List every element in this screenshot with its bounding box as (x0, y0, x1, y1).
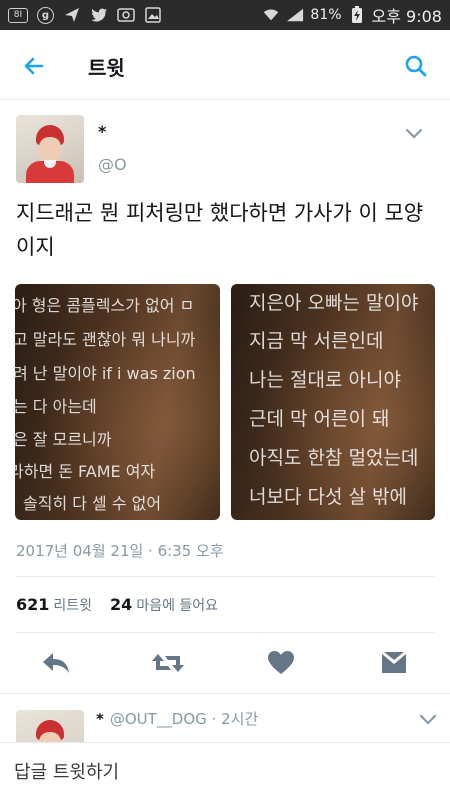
lyric-line: 려 난 말이야 if i was zion (15, 364, 196, 383)
like-label[interactable]: 마음에 들어요 (136, 595, 218, 615)
battery-percent: 81% (310, 7, 342, 23)
reply-author-name[interactable]: * (96, 710, 104, 728)
sim-card-icon: 8I (8, 7, 28, 23)
mail-icon (380, 651, 408, 675)
system-status: 81% 오후 9:08 (262, 3, 442, 27)
chevron-down-icon (419, 714, 437, 726)
send-icon (63, 7, 81, 23)
divider (16, 576, 434, 577)
signal-icon (286, 7, 304, 23)
notification-icons: 8I g (8, 6, 162, 24)
image-icon (144, 7, 162, 23)
author-avatar[interactable] (16, 115, 84, 183)
lyric-line: 지금 막 서른인데 (249, 330, 384, 352)
retweet-icon (151, 651, 185, 675)
heart-icon (267, 650, 295, 676)
reply-meta: * @OUT__DOG · 2시간 (96, 708, 258, 729)
app-header: 트윗 (0, 30, 450, 100)
lyric-line: 라하면 돈 FAME 여자 (15, 462, 156, 481)
tweet-media-image-2[interactable]: 지은아 오빠는 말이야 지금 막 서른인데 나는 절대로 아니야 근데 막 어른… (231, 284, 435, 520)
author-name[interactable]: * (98, 122, 106, 141)
lyric-line: 나는 절대로 아니야 (249, 369, 401, 391)
reply-icon (41, 650, 71, 676)
reply-menu-button[interactable] (416, 708, 440, 732)
search-button[interactable] (398, 48, 434, 84)
g-circle-icon: g (37, 6, 54, 24)
author-handle[interactable]: @O (98, 155, 127, 174)
chevron-down-icon (405, 128, 423, 140)
lyric-line: 아직도 한참 멀었는데 (249, 447, 419, 469)
battery-charging-icon (348, 6, 366, 23)
lyric-line: 은 잘 모르니까 (15, 430, 112, 449)
photo-icon (117, 7, 135, 23)
tweet-actions (0, 645, 450, 681)
reply-author-handle[interactable]: @OUT__DOG (110, 710, 207, 728)
retweet-button[interactable] (150, 645, 186, 681)
lyric-line: 솔직히 다 셀 수 없어 (23, 494, 162, 513)
divider (16, 632, 434, 633)
lyric-line: 는 다 아는데 (15, 397, 97, 416)
like-count[interactable]: 24 (110, 595, 132, 614)
reply-tweet[interactable]: * @OUT__DOG · 2시간 (0, 693, 450, 750)
arrow-left-icon (22, 54, 46, 78)
search-icon (404, 54, 428, 78)
page-title: 트윗 (88, 56, 125, 80)
retweet-label[interactable]: 리트윗 (53, 595, 92, 615)
lyric-line: 지은아 오빠는 말이야 (249, 292, 419, 314)
tweet-text: 지드래곤 뭔 피처링만 했다하면 가사가 이 모양이지 (16, 201, 424, 259)
lyric-line: 아 형은 콤플렉스가 없어 ㅁ (15, 296, 195, 315)
tweet-media-image-1[interactable]: 아 형은 콤플렉스가 없어 ㅁ 고 말라도 괜찮아 뭐 나니까 려 난 말이야 … (15, 284, 220, 520)
like-button[interactable] (263, 645, 299, 681)
tweet-stats: 621 리트윗 24 마음에 들어요 (16, 595, 232, 615)
lyric-line: 고 말라도 괜찮아 뭐 나니까 (15, 330, 196, 349)
twitter-bird-icon (90, 7, 108, 23)
back-button[interactable] (16, 48, 52, 84)
retweet-count[interactable]: 621 (16, 595, 49, 614)
tweet-timestamp: 2017년 04월 21일 · 6:35 오후 (16, 542, 224, 560)
tweet-menu-button[interactable] (402, 122, 426, 146)
reply-compose-bar (0, 742, 450, 800)
lyric-line: 근데 막 어른이 돼 (249, 408, 390, 430)
status-bar: 8I g 81% 오후 9:08 (0, 0, 450, 30)
lyric-line: 너보다 다섯 살 밖에 (249, 486, 407, 508)
direct-message-button[interactable] (376, 645, 412, 681)
reply-button[interactable] (38, 645, 74, 681)
clock: 오후 9:08 (371, 7, 442, 26)
reply-time: · 2시간 (211, 710, 259, 728)
reply-input[interactable] (14, 757, 434, 787)
wifi-icon (262, 7, 280, 23)
